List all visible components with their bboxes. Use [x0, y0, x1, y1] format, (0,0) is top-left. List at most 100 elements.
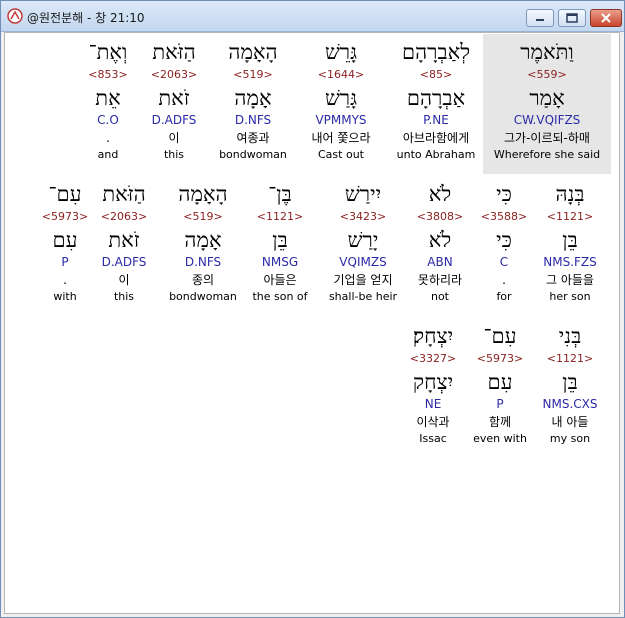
parsing-code: D.ADFS: [101, 255, 147, 269]
interlinear-panel[interactable]: וַתֹּאמֶר <559> אָמַר CW.VQIFZS 그가-이르되-하매 Whe…: [4, 32, 620, 614]
lexical-form: אָמַר: [529, 86, 565, 110]
hebrew-word: הַזֹּאת: [152, 40, 196, 64]
korean-gloss: 이삭과: [416, 415, 450, 429]
strongs-number: <1121>: [546, 210, 594, 223]
hebrew-word: יִירַשׁ: [344, 182, 382, 206]
word-cell[interactable]: עִם־ <5973> עִם P. with: [35, 176, 95, 308]
korean-gloss: 못하리라: [417, 273, 463, 287]
parsing-code: D.NFS: [184, 255, 222, 269]
hebrew-word: לְאַבְרָהָם: [401, 40, 471, 64]
word-cell[interactable]: בְּנִי <1121> בֵּן NMS.CXS 내 아들 my son: [530, 318, 610, 450]
english-gloss: unto Abraham: [396, 148, 476, 161]
lexical-form: לֹא: [428, 228, 452, 252]
strongs-number: <3588>: [480, 210, 528, 223]
parsing-code: D.ADFS: [151, 113, 197, 127]
hebrew-word: בֶּן־: [268, 182, 292, 206]
strongs-number: <853>: [88, 68, 128, 81]
maximize-button[interactable]: [558, 9, 586, 27]
hebrew-word: יִצְחָק׃: [412, 324, 454, 348]
hebrew-word: גָּרֵשׁ: [324, 40, 358, 64]
english-gloss: Wherefore she said: [493, 148, 601, 161]
hebrew-word: כִּי: [496, 182, 512, 206]
english-gloss: even with: [473, 432, 527, 445]
word-cell[interactable]: בְּנָהּ <1121> בֵּן NMS.FZS 그 아들을 her son: [530, 176, 610, 308]
parsing-code: D.NFS: [234, 113, 272, 127]
word-cell[interactable]: גָּרֵשׁ <1644> גָּרַשׁ VPMMYS 내어 쫓으라 Cast out: [291, 34, 391, 174]
korean-gloss: 그 아들을: [546, 273, 594, 287]
hebrew-word: הָאָמָה: [178, 182, 228, 206]
korean-gloss: 이: [118, 273, 130, 287]
korean-gloss: 그가-이르되-하매: [504, 131, 590, 145]
hebrew-word: הָאָמָה: [228, 40, 278, 64]
close-button[interactable]: [590, 9, 622, 27]
english-gloss: bondwoman: [219, 148, 287, 161]
parsing-code: P: [496, 397, 504, 411]
lexical-form: בֵּן: [562, 228, 578, 252]
word-cell[interactable]: בֶּן־ <1121> בֵּן NMSG 아들은 the son of: [241, 176, 319, 308]
english-gloss: with: [53, 290, 77, 303]
parsing-code: NMS.FZS: [543, 255, 597, 269]
strongs-number: <5973>: [41, 210, 89, 223]
korean-gloss: 아들은: [263, 273, 297, 287]
parsing-code: VQIMZS: [339, 255, 387, 269]
lexical-form: עִם: [487, 370, 513, 394]
hebrew-word: וַתֹּאמֶר: [520, 40, 574, 64]
english-gloss: Issac: [419, 432, 447, 445]
lexical-form: אַבְרָהָם: [406, 86, 466, 110]
word-cell[interactable]: לְאַבְרָהָם <85> אַבְרָהָם P.NE 아브라함에게 unto A…: [386, 34, 486, 174]
word-cell[interactable]: הָאָמָה <519> אָמָה D.NFS 종의 bondwoman: [163, 176, 243, 308]
english-gloss: this: [163, 148, 185, 161]
word-cell[interactable]: יִירַשׁ <3423> יָרַשׁ VQIMZS 기업을 얻지 shall-be …: [317, 176, 409, 308]
english-gloss: not: [430, 290, 449, 303]
word-cell[interactable]: וְאֶת־ <853> אֵת C.O. and: [77, 34, 139, 174]
korean-gloss: 기업을 얻지: [333, 273, 393, 287]
title-bar[interactable]: @원전분해 - 창 21:10: [1, 1, 624, 32]
lexical-form: אָמָה: [184, 228, 222, 252]
word-cell[interactable]: כִּי <3588> כִּי C. for: [479, 176, 529, 308]
korean-gloss: .: [106, 131, 110, 145]
word-cell[interactable]: הַזֹּאת <2063> זֹאת D.ADFS 이 this: [143, 34, 205, 174]
hebrew-word: בְּנִי: [558, 324, 582, 348]
strongs-number: <1121>: [256, 210, 304, 223]
english-gloss: this: [113, 290, 135, 303]
english-gloss: Cast out: [318, 148, 364, 161]
korean-gloss: 이: [168, 131, 180, 145]
strongs-number: <559>: [527, 68, 567, 81]
english-gloss: bondwoman: [169, 290, 237, 303]
minimize-button[interactable]: [526, 9, 554, 27]
hebrew-word: הַזֹּאת: [102, 182, 146, 206]
word-cell[interactable]: הָאָמָה <519> אָמָה D.NFS 여종과 bondwoman: [213, 34, 293, 174]
english-gloss: and: [97, 148, 119, 161]
strongs-number: <5973>: [476, 352, 524, 365]
hebrew-word: בְּנָהּ: [555, 182, 585, 206]
hebrew-word: לֹא: [428, 182, 452, 206]
minimize-icon: [536, 19, 544, 21]
parsing-code: P: [61, 255, 69, 269]
english-gloss: for: [496, 290, 512, 303]
maximize-icon: [566, 13, 578, 23]
parsing-code: NMSG: [261, 255, 299, 269]
lexical-form: אֵת: [95, 86, 121, 110]
lexical-form: יִצְחָק: [412, 370, 454, 394]
parsing-code: P.NE: [423, 113, 449, 127]
word-cell[interactable]: הַזֹּאת <2063> זֹאת D.ADFS 이 this: [91, 176, 157, 308]
lexical-form: עִם: [52, 228, 78, 252]
word-cell[interactable]: וַתֹּאמֶר <559> אָמַר CW.VQIFZS 그가-이르되-하매 Whe…: [483, 34, 611, 174]
english-gloss: shall-be heir: [328, 290, 398, 303]
word-cell[interactable]: עִם־ <5973> עִם P 함께 even with: [471, 318, 529, 450]
parsing-code: ABN: [427, 255, 453, 269]
korean-gloss: 내어 쫓으라: [311, 131, 371, 145]
strongs-number: <1644>: [317, 68, 365, 81]
word-cell[interactable]: יִצְחָק׃ <3327> יִצְחָק NE 이삭과 Issac: [397, 318, 469, 450]
lexical-form: גָּרַשׁ: [324, 86, 358, 110]
strongs-number: <519>: [233, 68, 273, 81]
parsing-code: C.O: [97, 113, 119, 127]
strongs-number: <3423>: [339, 210, 387, 223]
korean-gloss: .: [63, 273, 67, 287]
lexical-form: זֹאת: [158, 86, 190, 110]
english-gloss: her son: [549, 290, 591, 303]
hebrew-word: עִם־: [48, 182, 82, 206]
korean-gloss: 함께: [488, 415, 512, 429]
word-cell[interactable]: לֹא <3808> לֹא ABN 못하리라 not: [401, 176, 479, 308]
korean-gloss: 여종과: [236, 131, 270, 145]
